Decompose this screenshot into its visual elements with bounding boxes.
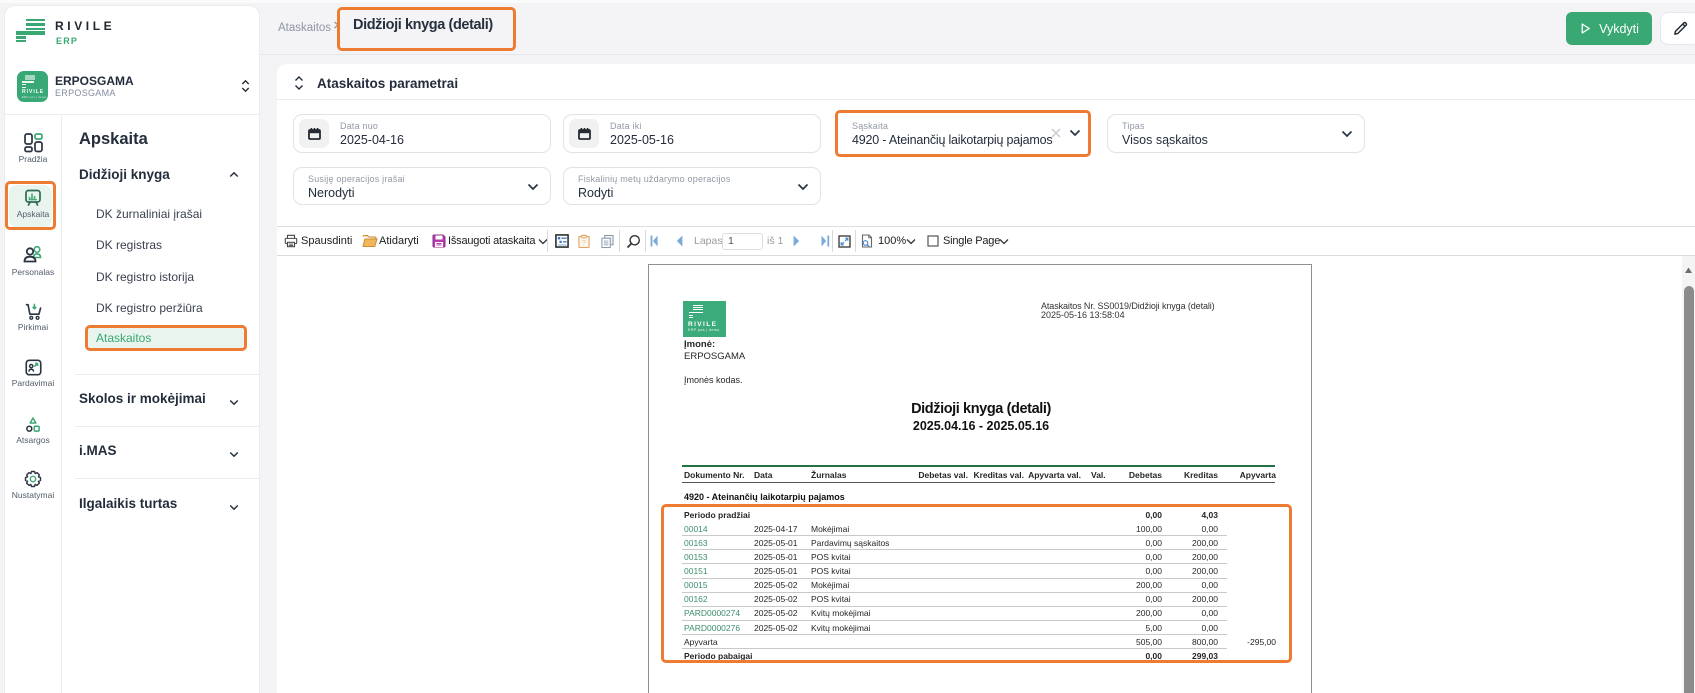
svg-text:?: ? <box>582 239 586 246</box>
